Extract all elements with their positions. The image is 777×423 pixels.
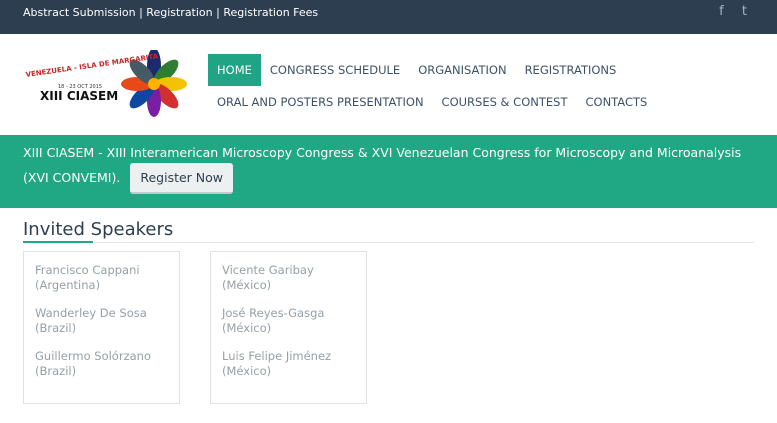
logo-name-text: XIII CIASEM: [40, 89, 118, 103]
speaker-country: (México): [222, 321, 272, 335]
speakers-card: Vicente Garibay (México) José Reyes-Gasg…: [210, 251, 367, 404]
top-links[interactable]: Abstract Submission | Registration | Reg…: [23, 6, 318, 19]
site-header: VENEZUELA - ISLA DE MARGARITA 18 - 23 OC…: [0, 34, 777, 135]
ciasem-logo[interactable]: VENEZUELA - ISLA DE MARGARITA 18 - 23 OC…: [24, 50, 190, 120]
speaker-country: (Brazil): [35, 364, 77, 378]
speaker-name: Luis Felipe Jiménez: [222, 349, 332, 363]
register-now-button[interactable]: Register Now: [130, 163, 234, 194]
speaker-item: Vicente Garibay (México): [222, 263, 314, 293]
logo-center: [148, 78, 160, 90]
title-divider: [23, 242, 754, 243]
speaker-item: Wanderley De Sosa (Brazil): [35, 306, 147, 336]
hero-banner: XIII CIASEM - XIII Interamerican Microsc…: [0, 135, 777, 208]
speaker-country: (Argentina): [35, 278, 101, 292]
speaker-name: Wanderley De Sosa: [35, 306, 147, 320]
speaker-item: José Reyes-Gasga (México): [222, 306, 324, 336]
speakers-card: Francisco Cappani (Argentina) Wanderley …: [23, 251, 180, 404]
banner-content: XIII CIASEM - XIII Interamerican Microsc…: [23, 142, 763, 194]
nav-congress-schedule[interactable]: CONGRESS SCHEDULE: [261, 54, 409, 86]
nav-home[interactable]: HOME: [208, 54, 261, 86]
speaker-item: Guillermo Solórzano (Brazil): [35, 349, 151, 379]
speaker-country: (Brazil): [35, 321, 77, 335]
speaker-country: (México): [222, 364, 272, 378]
section-title: Invited Speakers: [23, 219, 174, 240]
title-accent-line: [23, 241, 93, 243]
speaker-name: Francisco Cappani: [35, 263, 140, 277]
facebook-icon[interactable]: f: [719, 4, 724, 19]
speaker-item: Francisco Cappani (Argentina): [35, 263, 140, 293]
speaker-name: Guillermo Solórzano: [35, 349, 151, 363]
top-bar: Abstract Submission | Registration | Reg…: [0, 0, 777, 34]
nav-organisation[interactable]: ORGANISATION: [409, 54, 515, 86]
twitter-icon[interactable]: t: [742, 4, 747, 19]
main-nav: HOME CONGRESS SCHEDULE ORGANISATION REGI…: [208, 54, 768, 118]
nav-contacts[interactable]: CONTACTS: [576, 86, 656, 118]
speaker-item: Luis Felipe Jiménez (México): [222, 349, 331, 379]
speaker-country: (México): [222, 278, 272, 292]
nav-oral-posters[interactable]: ORAL AND POSTERS PRESENTATION: [208, 86, 433, 118]
speaker-name: Vicente Garibay: [222, 263, 314, 277]
social-links: f t: [705, 4, 747, 19]
nav-registrations[interactable]: REGISTRATIONS: [516, 54, 626, 86]
nav-courses-contest[interactable]: COURSES & CONTEST: [433, 86, 577, 118]
speaker-name: José Reyes-Gasga: [222, 306, 325, 320]
